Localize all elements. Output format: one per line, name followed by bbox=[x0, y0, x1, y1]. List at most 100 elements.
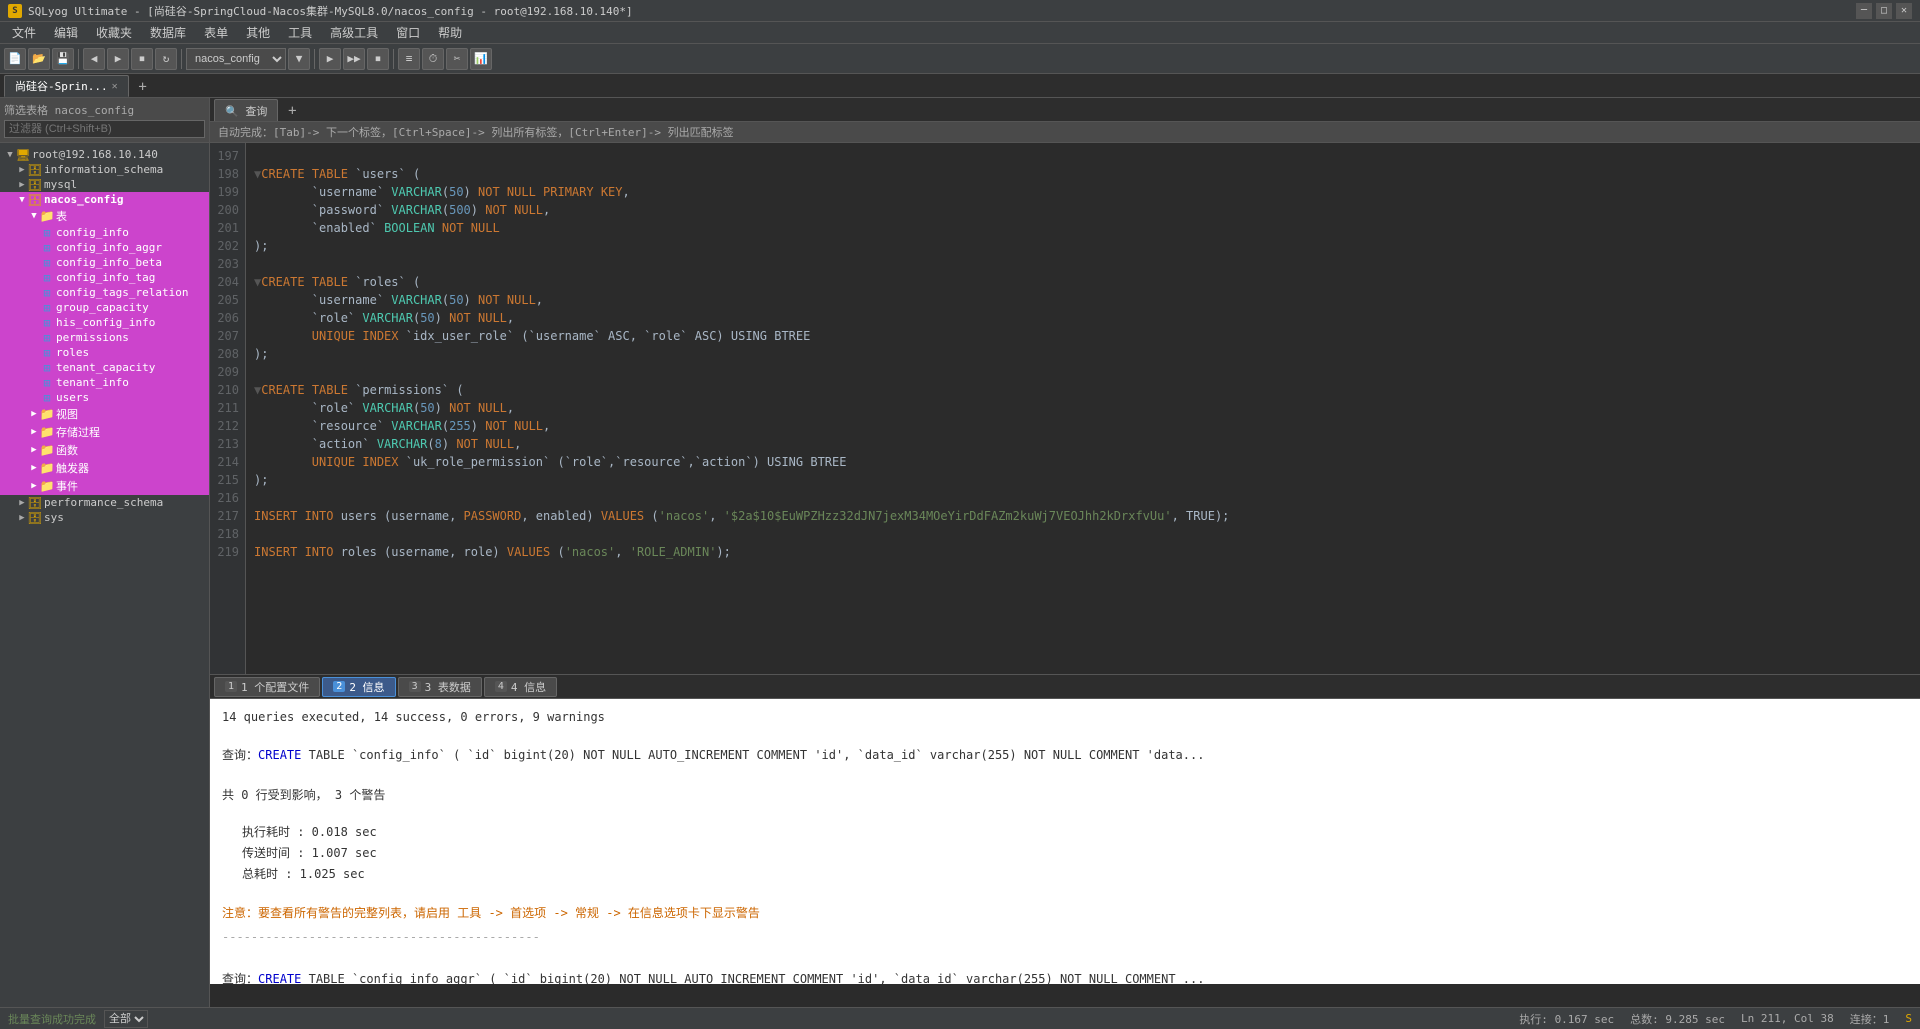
tree-folder-views[interactable]: ▶ 📁 视图 bbox=[0, 405, 209, 423]
line-num-216: 216 bbox=[216, 489, 239, 507]
line-num-217: 217 bbox=[216, 507, 239, 525]
new-query-tab-button[interactable]: + bbox=[282, 101, 302, 121]
tree-table-his_config_info[interactable]: ⊞ his_config_info bbox=[0, 315, 209, 330]
autocomplete-hint: 自动完成：[Tab]-> 下一个标签，[Ctrl+Space]-> 列出所有标签… bbox=[218, 126, 734, 139]
toolbar-execute[interactable]: ▶ bbox=[319, 48, 341, 70]
line-num-219: 219 bbox=[216, 543, 239, 561]
tree-func-label: 函数 bbox=[56, 442, 78, 458]
menu-file[interactable]: 文件 bbox=[4, 22, 44, 44]
menu-edit[interactable]: 编辑 bbox=[46, 22, 86, 44]
tree-table-tenant_info[interactable]: ⊞ tenant_info bbox=[0, 375, 209, 390]
tree-root-expand[interactable]: ▼ bbox=[4, 149, 16, 161]
toolbar-format[interactable]: ≡ bbox=[398, 48, 420, 70]
results-tab-4-num: 4 bbox=[495, 681, 507, 692]
toolbar-stop-query[interactable]: ⏹ bbox=[367, 48, 389, 70]
tree-db-performance_schema[interactable]: ▶ 🗄 performance_schema bbox=[0, 495, 209, 510]
sql-code-content[interactable]: ▼CREATE TABLE `users` ( `username` VARCH… bbox=[246, 143, 1920, 674]
close-button[interactable]: ✕ bbox=[1896, 3, 1912, 19]
tree-table-config_info_aggr[interactable]: ⊞ config_info_aggr bbox=[0, 240, 209, 255]
line-num-218: 218 bbox=[216, 525, 239, 543]
autocomplete-bar: 自动完成：[Tab]-> 下一个标签，[Ctrl+Space]-> 列出所有标签… bbox=[210, 122, 1920, 143]
tree-folder-tables[interactable]: ▼ 📁 表 bbox=[0, 207, 209, 225]
menu-favorites[interactable]: 收藏夹 bbox=[88, 22, 140, 44]
toolbar-refresh[interactable]: ↻ bbox=[155, 48, 177, 70]
tree-table-roles[interactable]: ⊞ roles bbox=[0, 345, 209, 360]
tree-db-mysql-expand[interactable]: ▶ bbox=[16, 179, 28, 191]
tree-folder-procedures[interactable]: ▶ 📁 存储过程 bbox=[0, 423, 209, 441]
toolbar-forward[interactable]: ▶ bbox=[107, 48, 129, 70]
tree-table-permissions[interactable]: ⊞ permissions bbox=[0, 330, 209, 345]
maximize-button[interactable]: □ bbox=[1876, 3, 1892, 19]
tree-folder-functions[interactable]: ▶ 📁 函数 bbox=[0, 441, 209, 459]
toolbar-new[interactable]: 📄 bbox=[4, 48, 26, 70]
tree-table-config_info_tag[interactable]: ⊞ config_info_tag bbox=[0, 270, 209, 285]
cursor-position: Ln 211, Col 38 bbox=[1741, 1012, 1834, 1025]
query-tab-file[interactable]: 🔍 查询 bbox=[214, 99, 278, 121]
title-text: S SQLyog Ultimate - [尚硅谷-SpringCloud-Nac… bbox=[8, 3, 633, 19]
menu-help[interactable]: 帮助 bbox=[430, 22, 470, 44]
tree-db-expand[interactable]: ▶ bbox=[16, 164, 28, 176]
app-icon: S bbox=[8, 4, 22, 18]
tree-db-information_schema[interactable]: ▶ 🗄 information_schema bbox=[0, 162, 209, 177]
tree-db-mysql-label: mysql bbox=[44, 178, 77, 191]
filter-input[interactable] bbox=[4, 120, 205, 138]
tree-table-config_info_beta-label: config_info_beta bbox=[56, 256, 162, 269]
tree-func-expand[interactable]: ▶ bbox=[28, 444, 40, 456]
new-connection-button[interactable]: + bbox=[133, 77, 153, 97]
toolbar-sep1 bbox=[78, 49, 79, 69]
tree-views-expand[interactable]: ▶ bbox=[28, 408, 40, 420]
database-selector[interactable]: nacos_config bbox=[186, 48, 286, 70]
tree-table-config_info_tag-label: config_info_tag bbox=[56, 271, 155, 284]
connection-tab-close[interactable]: ✕ bbox=[112, 81, 118, 92]
connection-tab-1[interactable]: 尚硅谷-Sprin... ✕ bbox=[4, 75, 129, 97]
tree-folder-events[interactable]: ▶ 📁 事件 bbox=[0, 477, 209, 495]
menu-tools[interactable]: 工具 bbox=[280, 22, 320, 44]
tree-tables-expand[interactable]: ▼ bbox=[28, 210, 40, 222]
connection-tab-bar: 尚硅谷-Sprin... ✕ + bbox=[0, 74, 1920, 98]
results-tab-1[interactable]: 1 1 个配置文件 bbox=[214, 677, 320, 697]
tree-db-nacos-expand[interactable]: ▼ bbox=[16, 194, 28, 206]
tree-table-config_info[interactable]: ⊞ config_info bbox=[0, 225, 209, 240]
tree-table-config_tags_relation[interactable]: ⊞ config_tags_relation bbox=[0, 285, 209, 300]
tree-table-roles-label: roles bbox=[56, 346, 89, 359]
tree-folder-triggers[interactable]: ▶ 📁 触发器 bbox=[0, 459, 209, 477]
filter-select[interactable]: 全部 bbox=[104, 1010, 148, 1028]
tree-proc-expand[interactable]: ▶ bbox=[28, 426, 40, 438]
tree-table-users[interactable]: ⊞ users bbox=[0, 390, 209, 405]
menu-window[interactable]: 窗口 bbox=[388, 22, 428, 44]
tree-table-config_info_beta[interactable]: ⊞ config_info_beta bbox=[0, 255, 209, 270]
tree-trigger-expand[interactable]: ▶ bbox=[28, 462, 40, 474]
toolbar-stop[interactable]: ⏹ bbox=[131, 48, 153, 70]
title-controls[interactable]: ─ □ ✕ bbox=[1856, 3, 1912, 19]
line-num-204: 204 bbox=[216, 273, 239, 291]
tree-table-users-label: users bbox=[56, 391, 89, 404]
toolbar-history[interactable]: ⏱ bbox=[422, 48, 444, 70]
menu-other[interactable]: 其他 bbox=[238, 22, 278, 44]
tree-db-nacos_config[interactable]: ▼ 🗄 nacos_config bbox=[0, 192, 209, 207]
menu-database[interactable]: 数据库 bbox=[142, 22, 194, 44]
tree-table-tenant_capacity[interactable]: ⊞ tenant_capacity bbox=[0, 360, 209, 375]
toolbar-open[interactable]: 📂 bbox=[28, 48, 50, 70]
code-editor[interactable]: 197 198 199 200 201 202 203 204 205 206 … bbox=[210, 143, 1920, 674]
tree-perf-expand[interactable]: ▶ bbox=[16, 497, 28, 509]
tree-events-expand[interactable]: ▶ bbox=[28, 480, 40, 492]
tree-db-mysql[interactable]: ▶ 🗄 mysql bbox=[0, 177, 209, 192]
line-num-211: 211 bbox=[216, 399, 239, 417]
results-tab-3[interactable]: 3 3 表数据 bbox=[398, 677, 482, 697]
minimize-button[interactable]: ─ bbox=[1856, 3, 1872, 19]
toolbar-db-dropdown[interactable]: ▼ bbox=[288, 48, 310, 70]
toolbar-save[interactable]: 💾 bbox=[52, 48, 74, 70]
toolbar-execute-all[interactable]: ▶▶ bbox=[343, 48, 365, 70]
tree-sys-expand[interactable]: ▶ bbox=[16, 512, 28, 524]
toolbar-snippet[interactable]: ✂ bbox=[446, 48, 468, 70]
line-num-212: 212 bbox=[216, 417, 239, 435]
results-tab-2[interactable]: 2 2 信息 bbox=[322, 677, 395, 697]
tree-root[interactable]: ▼ 🖥 root@192.168.10.140 bbox=[0, 147, 209, 162]
results-tab-4[interactable]: 4 4 信息 bbox=[484, 677, 557, 697]
tree-db-sys[interactable]: ▶ 🗄 sys bbox=[0, 510, 209, 525]
tree-table-group_capacity[interactable]: ⊞ group_capacity bbox=[0, 300, 209, 315]
toolbar-back[interactable]: ◀ bbox=[83, 48, 105, 70]
toolbar-schema[interactable]: 📊 bbox=[470, 48, 492, 70]
menu-table[interactable]: 表单 bbox=[196, 22, 236, 44]
menu-advanced-tools[interactable]: 高级工具 bbox=[322, 22, 386, 44]
